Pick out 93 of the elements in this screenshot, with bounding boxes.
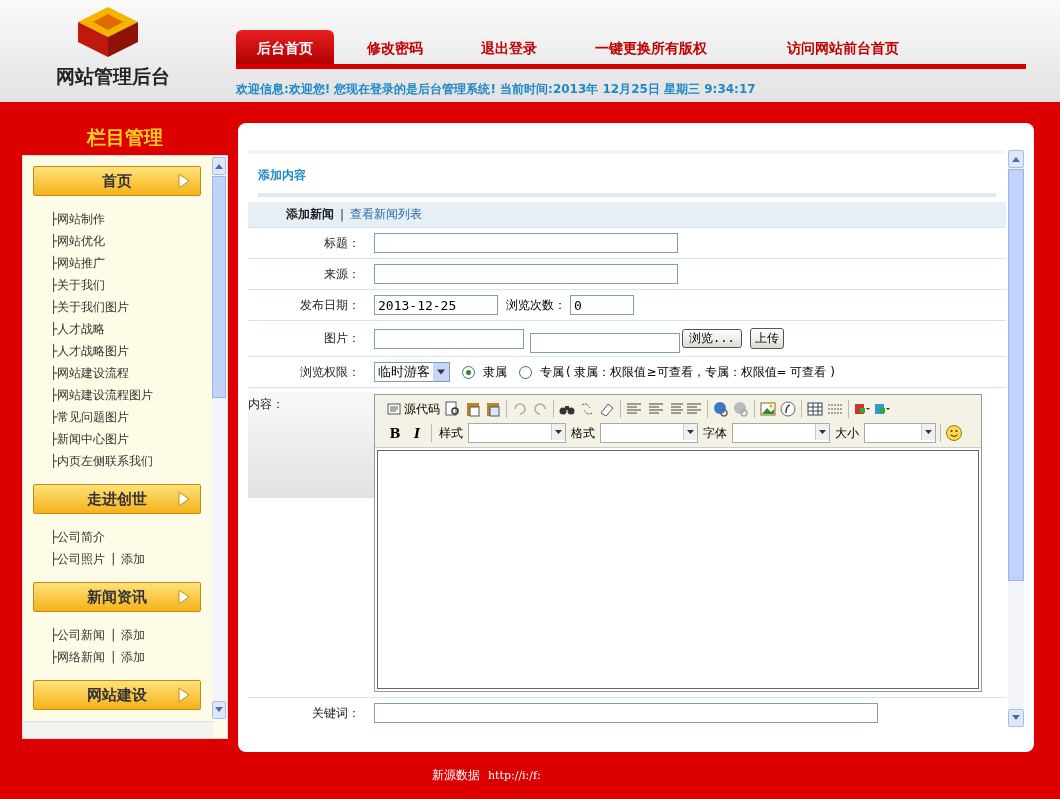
field-label: 浏览次数： (506, 296, 566, 314)
scrollbar[interactable] (212, 157, 226, 719)
document-icon (387, 403, 401, 415)
sidebar-item[interactable]: ├网络新闻 (50, 648, 106, 666)
arrow-icon (178, 589, 190, 605)
section-title: 添加内容 (257, 167, 307, 184)
italic-button[interactable]: I (407, 425, 427, 441)
link-icon[interactable] (712, 401, 730, 417)
sidebar-item[interactable]: ├公司照片 (50, 550, 106, 568)
flash-icon[interactable] (779, 401, 797, 417)
subnav-link[interactable]: 查看新闻列表 (350, 206, 423, 223)
sidebar-title: 栏目管理 (85, 125, 164, 150)
arrow-icon (178, 173, 190, 189)
sidebar-item[interactable]: ├关于我们图片 (50, 298, 130, 316)
nav-tab[interactable]: 修改密码 (342, 30, 448, 64)
select-label: 格式 (571, 424, 595, 442)
radio-option[interactable]: 隶属 (462, 363, 507, 381)
undo-icon[interactable] (511, 401, 529, 417)
field-label: 发布日期： (299, 296, 361, 314)
sidebar-item[interactable]: ├人才战略图片 (50, 342, 130, 360)
footer-url: http://i:/f: (488, 769, 541, 782)
sidebar-item[interactable]: ├内页左侧联系我们 (50, 452, 154, 470)
scrollbar[interactable] (1008, 150, 1024, 727)
category-button[interactable]: 网站建设 (33, 680, 201, 710)
file-field[interactable] (530, 332, 680, 353)
scrollbar[interactable] (23, 721, 213, 738)
radio-option[interactable]: 专属 (519, 363, 564, 381)
justify-icon[interactable] (685, 401, 703, 417)
preview-icon[interactable] (444, 401, 462, 417)
eraser-icon[interactable] (598, 401, 616, 417)
nav-tab[interactable]: 退出登录 (456, 30, 562, 64)
keywords-field[interactable] (374, 703, 878, 723)
sidebar-item[interactable]: ├网站优化 (50, 232, 106, 250)
add-link[interactable]: 添加 (121, 550, 146, 568)
sidebar-item[interactable]: ├常见问题图片 (50, 408, 130, 426)
category-button[interactable]: 走进创世 (33, 484, 201, 514)
views-field[interactable]: 0 (570, 295, 634, 315)
add-link[interactable]: 添加 (121, 626, 146, 644)
rule-icon[interactable] (826, 401, 844, 417)
arrow-icon (178, 687, 190, 703)
field-label: 标题： (323, 234, 361, 252)
sidebar-item[interactable]: ├公司新闻 (50, 626, 106, 644)
bold-button[interactable]: B (385, 425, 405, 441)
category-button[interactable]: 首页 (33, 166, 201, 196)
separator: | (340, 207, 345, 222)
field-label: 关键词： (311, 704, 361, 722)
logo-text: 网站管理后台 (56, 64, 170, 89)
sidebar-item[interactable]: ├人才战略 (50, 320, 106, 338)
fill-color-icon[interactable] (873, 401, 891, 417)
source-field[interactable] (374, 264, 678, 284)
separator: | (111, 552, 116, 566)
upload-button[interactable]: 上传 (749, 328, 784, 349)
field-label: 来源： (323, 265, 361, 283)
select-label: 样式 (439, 424, 463, 442)
sidebar-item[interactable]: ├网站推广 (50, 254, 106, 272)
nav-tab[interactable]: 访问网站前台首页 (762, 30, 924, 64)
source-code-button[interactable]: 源代码 (385, 400, 442, 418)
subnav-link[interactable]: 添加新闻 (286, 206, 334, 223)
separator: | (111, 650, 116, 664)
field-label: 图片： (323, 330, 361, 347)
separator: | (111, 628, 116, 642)
sidebar-item[interactable]: ├网站制作 (50, 210, 106, 228)
sidebar-item[interactable]: ├网站建设流程图片 (50, 386, 154, 404)
rich-text-editor[interactable]: 源代码 B I 样式 格式 字体 大小 (374, 394, 982, 692)
welcome-message: 欢迎信息:欢迎您! 您现在登录的是后台管理系统! 当前时间:2013年 12月25日 星期三 9:34:17 (236, 81, 757, 98)
smiley-icon[interactable] (945, 424, 963, 442)
table-icon[interactable] (806, 401, 824, 417)
field-label: 内容： (248, 388, 374, 498)
select-label: 字体 (703, 424, 727, 442)
text-color-icon[interactable] (853, 401, 871, 417)
paste-icon[interactable] (464, 401, 482, 417)
category-button[interactable]: 新闻资讯 (33, 582, 201, 612)
footer-company: 新源数据 (432, 767, 480, 784)
arrow-icon (178, 491, 190, 507)
image-path-field[interactable] (374, 328, 524, 349)
sidebar-item[interactable]: ├新闻中心图片 (50, 430, 130, 448)
title-field[interactable] (374, 233, 678, 253)
date-field[interactable]: 2013-12-25 (374, 295, 498, 315)
add-link[interactable]: 添加 (121, 648, 146, 666)
permission-note: ( 隶属：权限值≥可查看，专属：权限值= 可查看 ) (566, 363, 835, 381)
sidebar-item[interactable]: ├关于我们 (50, 276, 106, 294)
align-left-icon[interactable] (625, 401, 643, 417)
nav-tab[interactable]: 一键更换所有版权 (570, 30, 732, 64)
select-label: 大小 (835, 424, 859, 442)
redo-icon[interactable] (531, 401, 549, 417)
sidebar-item[interactable]: ├网站建设流程 (50, 364, 130, 382)
permission-select[interactable]: 临时游客 (374, 362, 450, 382)
paste-word-icon[interactable] (484, 401, 502, 417)
browse-button[interactable]: 浏览... (682, 329, 742, 348)
image-icon[interactable] (759, 401, 777, 417)
nav-tab[interactable]: 后台首页 (236, 30, 334, 64)
sidebar-item[interactable]: ├公司简介 (50, 528, 106, 546)
field-label: 浏览权限： (299, 363, 361, 381)
